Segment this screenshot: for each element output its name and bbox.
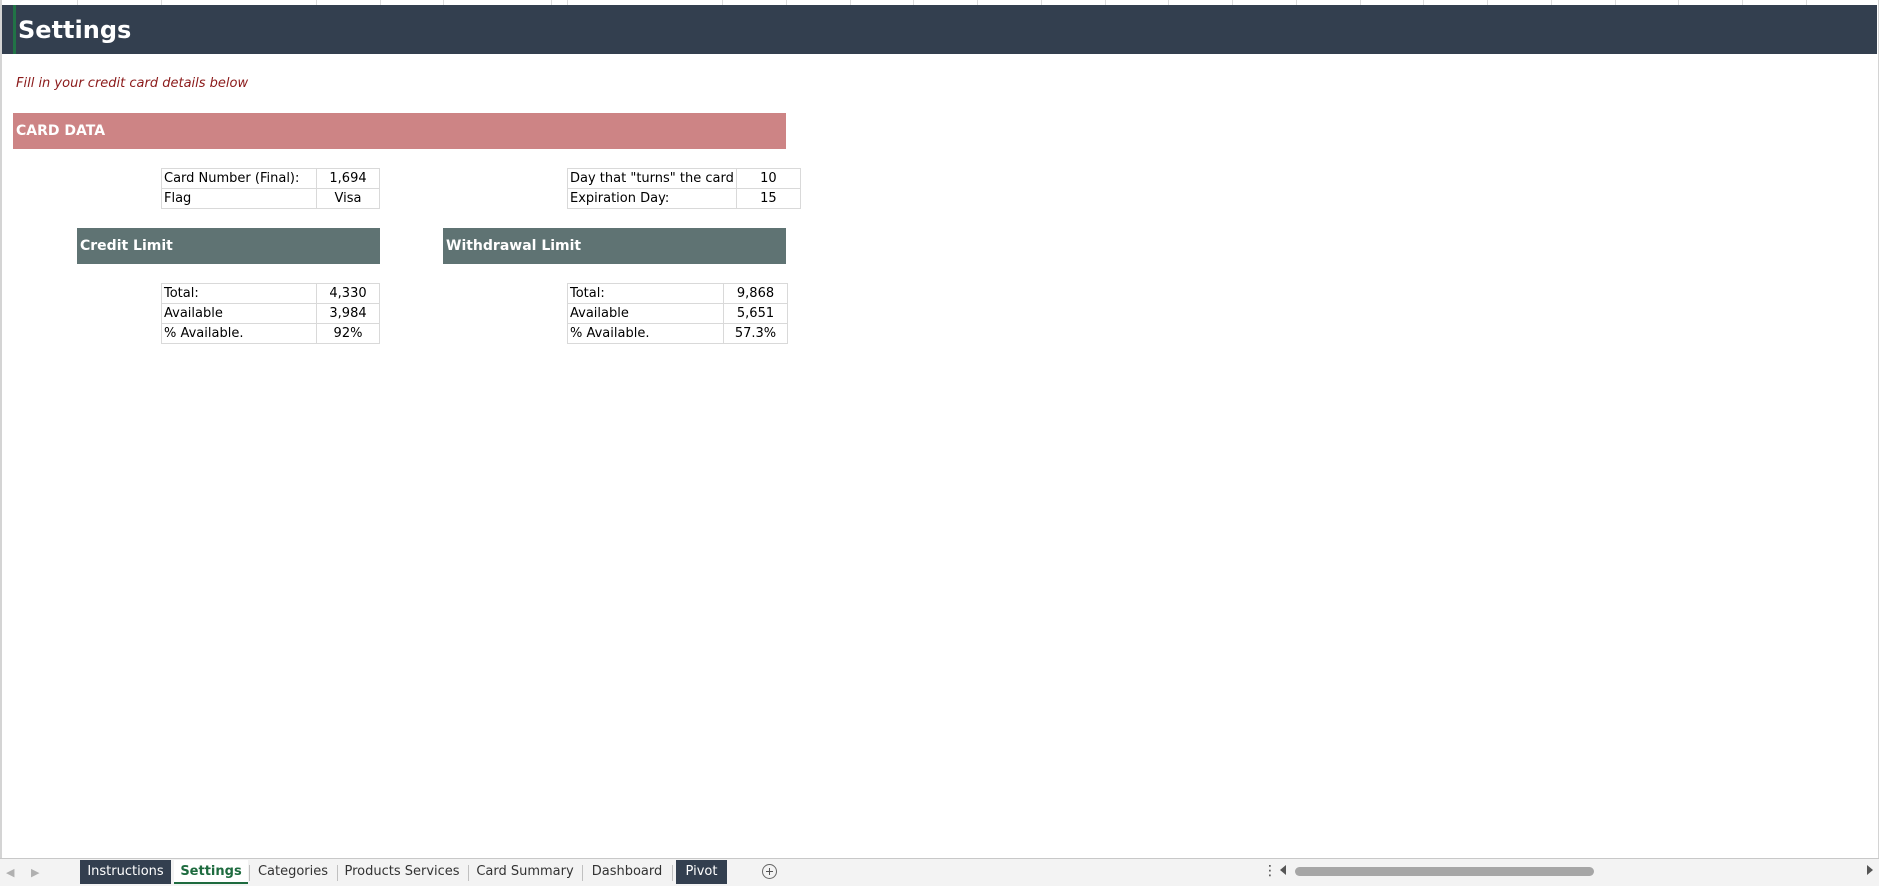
credit-total-label[interactable]: Total:: [161, 283, 317, 304]
credit-limit-header[interactable]: Credit Limit: [77, 228, 380, 264]
withdrawal-limit-table: Total: 9,868 Available 5,651 % Available…: [567, 283, 788, 344]
credit-total-value[interactable]: 4,330: [316, 283, 380, 304]
tab-separator: [249, 865, 250, 881]
table-row: % Available. 92%: [161, 323, 380, 344]
tab-categories[interactable]: Categories: [252, 860, 334, 884]
table-row: Total: 9,868: [567, 283, 788, 304]
table-row: % Available. 57.3%: [567, 323, 788, 344]
tab-card-summary[interactable]: Card Summary: [471, 860, 579, 884]
scroll-right-icon[interactable]: [1867, 865, 1873, 875]
table-row: Card Number (Final): 1,694: [161, 168, 380, 189]
expiration-day-label[interactable]: Expiration Day:: [567, 188, 737, 209]
tab-instructions[interactable]: Instructions: [80, 860, 171, 884]
flag-value[interactable]: Visa: [316, 188, 380, 209]
turn-day-value[interactable]: 10: [735, 168, 801, 189]
tab-separator: [468, 865, 469, 881]
withdrawal-percent-value[interactable]: 57.3%: [723, 323, 788, 344]
tab-pivot[interactable]: Pivot: [676, 860, 727, 884]
table-row: Flag Visa: [161, 188, 380, 209]
credit-limit-header-label: Credit Limit: [80, 238, 173, 254]
sheet-left-border: [0, 0, 2, 858]
table-row: Available 3,984: [161, 303, 380, 324]
withdrawal-total-value[interactable]: 9,868: [723, 283, 788, 304]
instruction-text: Fill in your credit card details below: [16, 76, 249, 91]
worksheet[interactable]: Settings Fill in your credit card detail…: [0, 0, 1879, 858]
tab-products-services[interactable]: Products Services: [340, 860, 464, 884]
flag-label[interactable]: Flag: [161, 188, 317, 209]
tab-separator: [672, 865, 673, 881]
withdrawal-limit-header-label: Withdrawal Limit: [446, 238, 582, 254]
table-row: Available 5,651: [567, 303, 788, 324]
tab-scroll-right-icon[interactable]: ▶: [31, 866, 39, 879]
table-row: Expiration Day: 15: [567, 188, 801, 209]
scroll-left-icon[interactable]: [1280, 865, 1286, 875]
withdrawal-available-label[interactable]: Available: [567, 303, 724, 324]
expiration-day-value[interactable]: 15: [735, 188, 801, 209]
card-number-value[interactable]: 1,694: [316, 168, 380, 189]
selected-cell-indicator: [13, 5, 16, 54]
title-banner[interactable]: Settings: [2, 5, 1877, 54]
scrollbar-thumb[interactable]: [1295, 867, 1594, 876]
tab-settings[interactable]: Settings: [174, 860, 248, 884]
table-row: Total: 4,330: [161, 283, 380, 304]
credit-percent-value[interactable]: 92%: [316, 323, 380, 344]
credit-available-value[interactable]: 3,984: [316, 303, 380, 324]
kebab-icon[interactable]: ⋮: [1263, 863, 1277, 879]
card-number-label[interactable]: Card Number (Final):: [161, 168, 317, 189]
card-info-table-left: Card Number (Final): 1,694 Flag Visa: [161, 168, 380, 209]
page-title: Settings: [18, 16, 132, 44]
sheet-tab-bar: ◀ ▶ Instructions Settings Categories Pro…: [0, 858, 1879, 886]
tab-scroll-left-icon[interactable]: ◀: [6, 866, 14, 879]
turn-day-label[interactable]: Day that "turns" the card: [567, 168, 737, 189]
credit-percent-label[interactable]: % Available.: [161, 323, 317, 344]
table-row: Day that "turns" the card 10: [567, 168, 801, 189]
add-sheet-icon[interactable]: [762, 864, 777, 879]
withdrawal-available-value[interactable]: 5,651: [723, 303, 788, 324]
credit-available-label[interactable]: Available: [161, 303, 317, 324]
tab-separator: [582, 865, 583, 881]
withdrawal-percent-label[interactable]: % Available.: [567, 323, 724, 344]
tab-dashboard[interactable]: Dashboard: [585, 860, 669, 884]
card-data-header[interactable]: CARD DATA: [13, 113, 786, 149]
card-info-table-right: Day that "turns" the card 10 Expiration …: [567, 168, 801, 209]
credit-limit-table: Total: 4,330 Available 3,984 % Available…: [161, 283, 380, 344]
withdrawal-total-label[interactable]: Total:: [567, 283, 724, 304]
card-data-header-label: CARD DATA: [16, 123, 106, 139]
horizontal-scrollbar[interactable]: [1292, 867, 1862, 876]
withdrawal-limit-header[interactable]: Withdrawal Limit: [443, 228, 786, 264]
tab-separator: [337, 865, 338, 881]
